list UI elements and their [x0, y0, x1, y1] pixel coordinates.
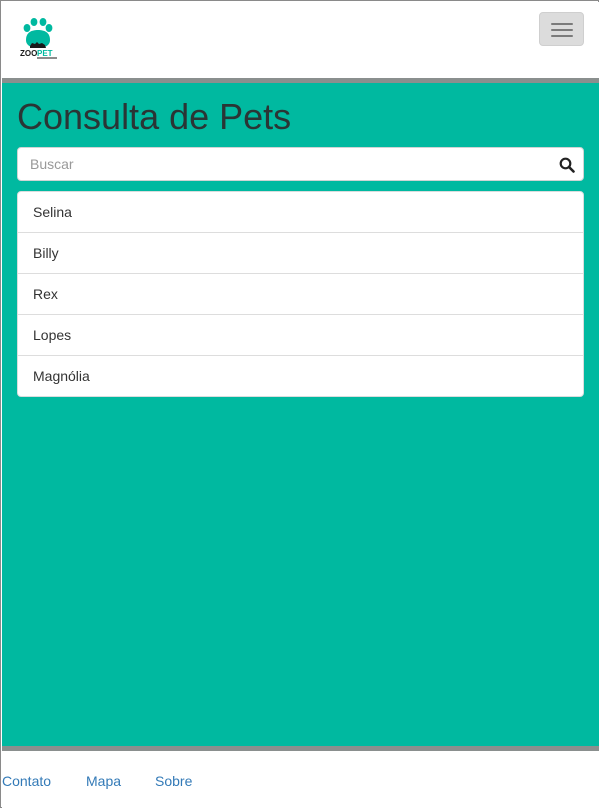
list-item[interactable]: Lopes	[18, 315, 583, 356]
app-frame: ZOO PET Consulta de Pets Selina Billy Re…	[0, 0, 599, 808]
zoopet-logo[interactable]: ZOO PET	[18, 16, 62, 60]
list-item[interactable]: Billy	[18, 233, 583, 274]
menu-toggle-button[interactable]	[539, 12, 584, 46]
hamburger-menu-icon	[551, 23, 573, 25]
svg-text:ZOO: ZOO	[20, 49, 37, 58]
svg-text:PET: PET	[37, 49, 53, 58]
list-item[interactable]: Magnólia	[18, 356, 583, 396]
list-item[interactable]: Rex	[18, 274, 583, 315]
pet-list: Selina Billy Rex Lopes Magnólia	[17, 191, 584, 397]
search-input[interactable]	[18, 148, 548, 180]
navbar: ZOO PET	[2, 2, 599, 78]
footer-link-mapa[interactable]: Mapa	[86, 773, 121, 789]
page-title: Consulta de Pets	[17, 96, 292, 137]
search-box	[17, 147, 584, 181]
hamburger-menu-icon	[551, 35, 573, 37]
footer-link-sobre[interactable]: Sobre	[155, 773, 192, 789]
main-content: Consulta de Pets Selina Billy Rex Lopes …	[2, 83, 599, 746]
hamburger-menu-icon	[551, 29, 573, 31]
footer-link-contato[interactable]: Contato	[2, 773, 51, 789]
list-item[interactable]: Selina	[18, 192, 583, 233]
search-icon[interactable]	[559, 157, 575, 173]
footer: Contato Mapa Sobre	[2, 751, 599, 808]
